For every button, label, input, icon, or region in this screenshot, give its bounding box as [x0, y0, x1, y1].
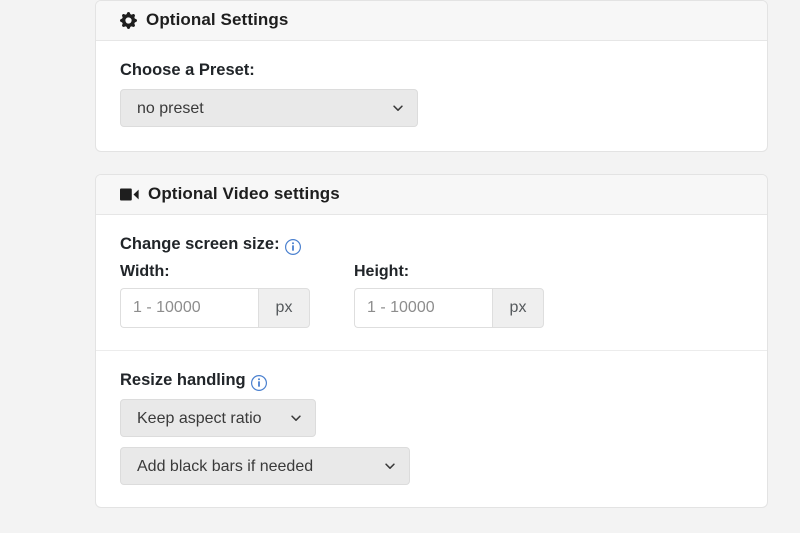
preset-select[interactable]: no preset [120, 89, 418, 127]
height-field-group: Height: px [354, 263, 544, 328]
screen-size-fields: Width: px Height: px [120, 263, 743, 328]
optional-settings-body: Choose a Preset: no preset [96, 41, 767, 151]
resize-handling-section: Resize handling Keep aspect ratio Add bl… [96, 350, 767, 507]
height-input[interactable] [354, 288, 492, 328]
optional-video-settings-title: Optional Video settings [148, 184, 340, 203]
info-circle-icon[interactable] [284, 238, 301, 255]
aspect-ratio-select-value: Keep aspect ratio [137, 410, 262, 427]
width-input[interactable] [120, 288, 258, 328]
optional-video-settings-header: Optional Video settings [96, 175, 767, 215]
black-bars-select-value: Add black bars if needed [137, 458, 314, 475]
optional-settings-title: Optional Settings [146, 10, 289, 29]
height-unit-addon: px [492, 288, 544, 328]
gear-icon [120, 11, 137, 29]
width-label: Width: [120, 263, 170, 280]
aspect-ratio-select[interactable]: Keep aspect ratio [120, 399, 316, 437]
preset-label: Choose a Preset: [120, 61, 255, 79]
height-label: Height: [354, 263, 410, 280]
video-camera-icon [120, 187, 139, 202]
width-input-group: px [120, 288, 310, 328]
screen-size-label: Change screen size: [120, 235, 743, 255]
width-field-group: Width: px [120, 263, 310, 328]
info-circle-icon[interactable] [250, 374, 267, 391]
resize-handling-label: Resize handling [120, 371, 743, 391]
black-bars-select[interactable]: Add black bars if needed [120, 447, 410, 485]
screen-size-section: Change screen size: Width: px [96, 215, 767, 350]
preset-select-value: no preset [137, 100, 204, 117]
settings-page: Optional Settings Choose a Preset: no pr… [0, 0, 800, 533]
optional-settings-header: Optional Settings [96, 1, 767, 41]
height-input-group: px [354, 288, 544, 328]
optional-video-settings-card: Optional Video settings Change screen si… [95, 174, 768, 508]
width-unit-addon: px [258, 288, 310, 328]
optional-settings-card: Optional Settings Choose a Preset: no pr… [95, 0, 768, 152]
